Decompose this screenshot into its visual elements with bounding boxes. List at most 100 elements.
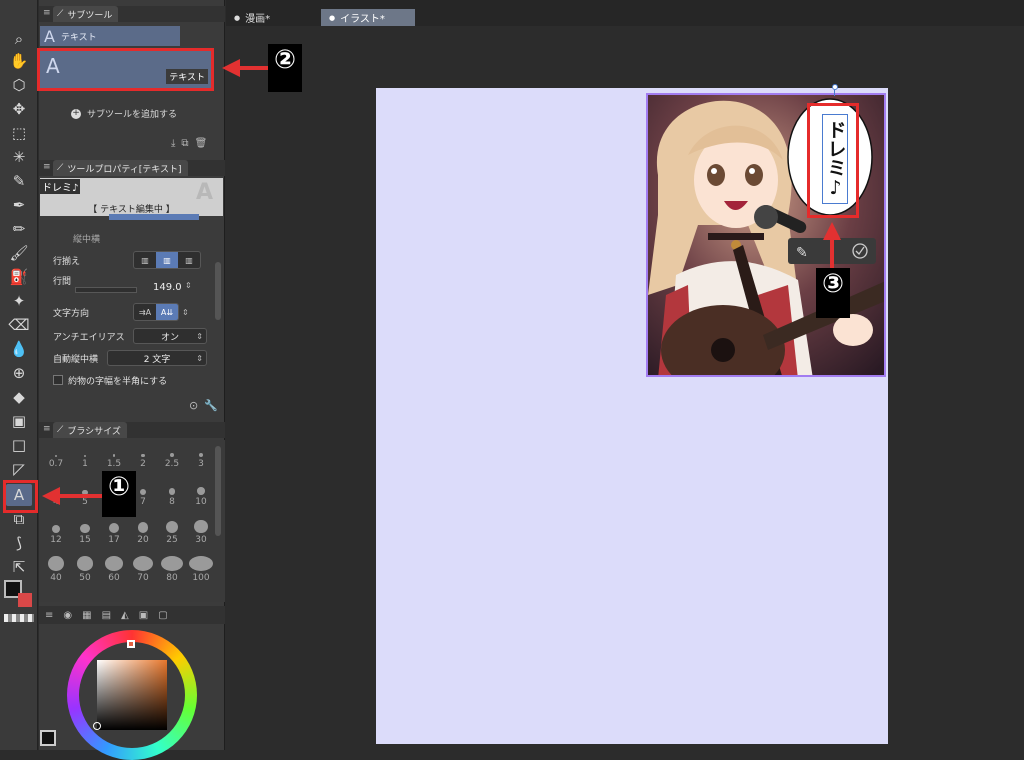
brush-size-cell[interactable]: 20: [128, 518, 158, 545]
frame-border-icon[interactable]: ◸: [6, 458, 32, 480]
add-subtool-button[interactable]: + サブツールを追加する: [71, 107, 177, 120]
brush-size-dot: [109, 523, 119, 533]
copy-icon[interactable]: ⧉: [181, 138, 188, 149]
gradient-icon[interactable]: ▣: [6, 410, 32, 432]
panel-menu-icon[interactable]: ≡: [43, 162, 51, 172]
hand-icon[interactable]: ✋: [6, 50, 32, 72]
reset-icon[interactable]: ⊙: [189, 399, 198, 412]
brush-size-cell[interactable]: 1.5: [99, 442, 129, 469]
section-tcy: 縦中横: [53, 228, 223, 248]
stepper-icon[interactable]: ⇕: [182, 308, 189, 317]
tool-property-tab[interactable]: ⟋ ツールプロパティ[テキスト]: [53, 160, 188, 176]
brush-size-cell[interactable]: 25: [157, 518, 187, 545]
eyedropper-icon[interactable]: ✎: [6, 170, 32, 192]
rotate-3d-icon[interactable]: ⬡: [6, 74, 32, 96]
row-half-width: 約物の字幅を半角にする: [53, 370, 223, 390]
subtool-panel-tab[interactable]: ⟋ サブツール: [53, 6, 119, 22]
brush-size-cell[interactable]: 1: [70, 442, 100, 469]
tab-manga[interactable]: ● 漫画*: [226, 9, 318, 26]
tool-property-header: ≡ ⟋ ツールプロパティ[テキスト]: [39, 160, 225, 176]
zoom-icon[interactable]: ⌕: [6, 28, 32, 50]
brush-size-cell[interactable]: 12: [41, 518, 71, 545]
intermediate-color-tab-icon[interactable]: ▤: [102, 610, 111, 621]
object-select-icon[interactable]: ⇱: [6, 556, 32, 578]
mesh-icon[interactable]: ⊕: [6, 362, 32, 384]
brush-size-cell[interactable]: 40: [41, 556, 71, 583]
fill-icon[interactable]: ◆: [6, 386, 32, 408]
stepper-icon[interactable]: ⇕: [185, 281, 192, 290]
selection-icon[interactable]: ⬚: [6, 122, 32, 144]
brush-size-cell[interactable]: 2.5: [157, 442, 187, 469]
auto-select-icon[interactable]: ✳: [6, 146, 32, 168]
brush-icon[interactable]: 🖌: [6, 242, 32, 264]
eraser-icon[interactable]: ⌫: [6, 314, 32, 336]
subtool-item-text-small[interactable]: A テキスト: [40, 26, 180, 46]
brush-size-cell[interactable]: 70: [128, 556, 158, 583]
color-wheel[interactable]: [67, 630, 197, 760]
antialias-select[interactable]: オン: [133, 328, 207, 344]
brush-size-header: ≡ ⟋ ブラシサイズ: [39, 422, 225, 438]
half-width-checkbox[interactable]: [53, 375, 63, 385]
similar-color-tab-icon[interactable]: ◭: [121, 610, 129, 621]
color-panel-main-swatch[interactable]: [40, 730, 56, 746]
preview-tab-highlight: [109, 214, 199, 220]
panel-menu-icon[interactable]: ≡: [43, 8, 51, 18]
brush-size-cell[interactable]: 50: [70, 556, 100, 583]
brush-size-cell[interactable]: 0.7: [41, 442, 71, 469]
property-scrollbar[interactable]: [215, 262, 221, 320]
brush-size-cell[interactable]: 100: [186, 556, 216, 583]
brush-size-cell[interactable]: 10: [186, 480, 216, 507]
wrench-icon[interactable]: 🔧: [204, 399, 218, 412]
sub-color-swatch[interactable]: [18, 593, 32, 607]
line-spacing-value[interactable]: 149.0: [153, 282, 182, 293]
brush-size-cell[interactable]: 15: [70, 518, 100, 545]
transparent-color-swatch[interactable]: [4, 614, 34, 622]
row-antialias: アンチエイリアス オン: [53, 326, 223, 346]
decoration-icon[interactable]: ✦: [6, 290, 32, 312]
auto-tcy-select[interactable]: 2 文字: [107, 350, 207, 366]
direction-label: 文字方向: [53, 308, 90, 319]
property-actions: ⊙ 🔧: [189, 399, 218, 412]
sub-view-tab-icon[interactable]: ▢: [158, 610, 167, 621]
airbrush-icon[interactable]: ⛽: [6, 266, 32, 288]
color-picker-cursor[interactable]: [93, 722, 101, 730]
brush-size-dot: [132, 556, 154, 571]
panel-menu-icon[interactable]: ≡: [45, 610, 53, 621]
rotate-handle-line: [834, 90, 835, 96]
pencil-icon[interactable]: ✏: [6, 218, 32, 240]
brush-scrollbar[interactable]: [215, 446, 221, 536]
brush-size-label: 2.5: [164, 459, 180, 469]
brush-size-cell[interactable]: 30: [186, 518, 216, 545]
color-set-tab-icon[interactable]: ▦: [82, 610, 91, 621]
download-icon[interactable]: ⤓: [171, 138, 175, 149]
saturation-square[interactable]: [97, 660, 167, 730]
rotate-handle[interactable]: [832, 84, 838, 90]
blend-icon[interactable]: 💧: [6, 338, 32, 360]
line-spacing-slider[interactable]: [75, 287, 137, 293]
figure-icon[interactable]: □: [6, 434, 32, 456]
brush-size-cell[interactable]: 60: [99, 556, 129, 583]
direction-vertical-icon[interactable]: A⇊: [156, 304, 178, 320]
align-center-icon[interactable]: ▥: [156, 252, 178, 268]
brush-size-tab[interactable]: ⟋ ブラシサイズ: [53, 422, 127, 438]
align-top-icon[interactable]: ▥: [134, 252, 156, 268]
ruler-icon[interactable]: ⟆: [6, 532, 32, 554]
brush-size-cell[interactable]: 3: [186, 442, 216, 469]
brush-size-cell[interactable]: 17: [99, 518, 129, 545]
brush-size-cell[interactable]: 80: [157, 556, 187, 583]
brush-size-cell[interactable]: 2: [128, 442, 158, 469]
panel-menu-icon[interactable]: ≡: [43, 424, 51, 434]
color-history-tab-icon[interactable]: ▣: [139, 610, 148, 621]
plus-circle-icon: +: [71, 108, 81, 119]
row-auto-tcy: 自動縦中横 2 文字: [53, 348, 223, 368]
direction-horizontal-icon[interactable]: ⇉A: [134, 304, 156, 320]
tab-illust[interactable]: ● イラスト*: [321, 9, 415, 26]
move-icon[interactable]: ✥: [6, 98, 32, 120]
pen-icon[interactable]: ✒: [6, 194, 32, 216]
color-wheel-tab-icon[interactable]: ◉: [63, 610, 72, 621]
hue-handle[interactable]: [127, 640, 135, 648]
trash-icon[interactable]: 🗑: [195, 138, 208, 149]
brush-size-cell[interactable]: 8: [157, 480, 187, 507]
align-bottom-icon[interactable]: ▥: [178, 252, 200, 268]
brush-size-grid: 0.711.522.534567810121517202530405060708…: [39, 440, 225, 602]
